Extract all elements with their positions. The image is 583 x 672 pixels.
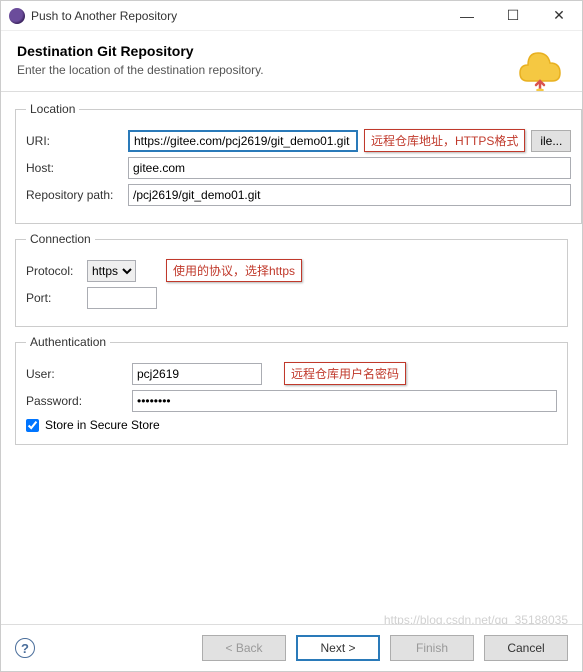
close-button[interactable]: ✕ [536, 1, 582, 30]
user-label: User: [26, 367, 126, 381]
dialog-header: Destination Git Repository Enter the loc… [1, 31, 582, 92]
host-label: Host: [26, 161, 122, 175]
store-secure-checkbox[interactable] [26, 419, 39, 432]
connection-group: Connection Protocol: https 使用的协议，选择https… [15, 232, 568, 327]
window-title: Push to Another Repository [31, 9, 444, 23]
titlebar: Push to Another Repository — ☐ ✕ [1, 1, 582, 31]
maximize-button[interactable]: ☐ [490, 1, 536, 30]
header-title: Destination Git Repository [17, 43, 566, 59]
back-button[interactable]: < Back [202, 635, 286, 661]
dialog-footer: ? < Back Next > Finish Cancel [1, 624, 582, 671]
protocol-label: Protocol: [26, 264, 81, 278]
minimize-button[interactable]: — [444, 1, 490, 30]
password-input[interactable] [132, 390, 557, 412]
next-button[interactable]: Next > [296, 635, 380, 661]
finish-button[interactable]: Finish [390, 635, 474, 661]
host-input[interactable] [128, 157, 571, 179]
annotation-protocol: 使用的协议，选择https [166, 259, 302, 282]
uri-label: URI: [26, 134, 122, 148]
dialog-content: Location URI: 远程仓库地址，HTTPS格式 ile... Host… [1, 92, 582, 633]
auth-legend: Authentication [26, 335, 110, 349]
help-icon[interactable]: ? [15, 638, 35, 658]
protocol-select[interactable]: https [87, 260, 136, 282]
store-secure-label: Store in Secure Store [45, 418, 160, 432]
header-subtitle: Enter the location of the destination re… [17, 63, 566, 77]
repo-path-label: Repository path: [26, 188, 122, 202]
uri-input[interactable] [128, 130, 358, 152]
cancel-button[interactable]: Cancel [484, 635, 568, 661]
auth-group: Authentication User: 远程仓库用户名密码 Password:… [15, 335, 568, 445]
port-label: Port: [26, 291, 81, 305]
window-controls: — ☐ ✕ [444, 1, 582, 30]
port-input[interactable] [87, 287, 157, 309]
user-input[interactable] [132, 363, 262, 385]
password-label: Password: [26, 394, 126, 408]
local-file-button[interactable]: ile... [531, 130, 571, 152]
annotation-auth: 远程仓库用户名密码 [284, 362, 406, 385]
location-legend: Location [26, 102, 79, 116]
location-group: Location URI: 远程仓库地址，HTTPS格式 ile... Host… [15, 102, 582, 224]
app-icon [9, 8, 25, 24]
content-spacer [15, 453, 568, 623]
connection-legend: Connection [26, 232, 95, 246]
cloud-upload-icon [514, 41, 564, 94]
annotation-uri: 远程仓库地址，HTTPS格式 [364, 129, 525, 152]
repo-path-input[interactable] [128, 184, 571, 206]
